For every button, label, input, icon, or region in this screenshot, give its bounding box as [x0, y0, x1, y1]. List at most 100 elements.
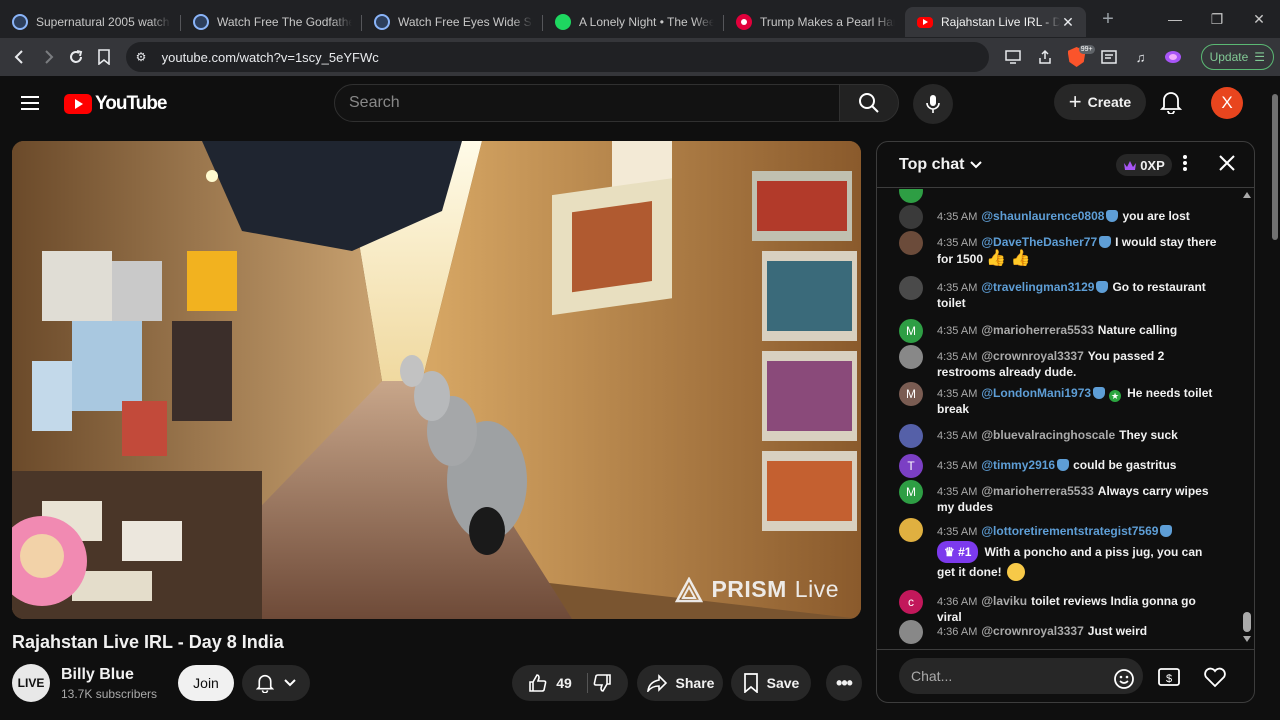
- chat-message: M 4:35 AM @LondonMani1973 ★ He needs toilet…: [899, 382, 1219, 417]
- chat-avatar[interactable]: c: [899, 590, 923, 614]
- chat-avatar[interactable]: [899, 205, 923, 229]
- heart-reaction-icon[interactable]: [1203, 666, 1227, 693]
- brave-badge: 99+: [1078, 45, 1095, 54]
- address-bar[interactable]: ⚙ youtube.com/watch?v=1scy_5eYFWc: [125, 42, 989, 72]
- join-button[interactable]: Join: [178, 665, 234, 701]
- chat-author[interactable]: @marioherrera5533: [981, 323, 1093, 337]
- chat-scrollbar[interactable]: [1241, 190, 1253, 644]
- reading-mode-icon[interactable]: [1097, 45, 1121, 69]
- share-page-icon[interactable]: [1033, 45, 1057, 69]
- chat-author[interactable]: @timmy2916: [981, 458, 1055, 472]
- like-divider: [587, 673, 588, 693]
- chat-avatar[interactable]: M: [899, 480, 923, 504]
- subscriber-count: 13.7K subscribers: [61, 687, 158, 701]
- extension-icon[interactable]: [1161, 45, 1185, 69]
- verified-badge-icon: [1093, 387, 1106, 399]
- chat-mode-dropdown[interactable]: Top chat: [899, 156, 983, 174]
- site-settings-icon[interactable]: ⚙: [136, 50, 152, 64]
- chat-author[interactable]: @DaveTheDasher77: [981, 235, 1097, 249]
- browser-tab[interactable]: Watch Free The Godfather: [181, 7, 362, 37]
- video-player[interactable]: PRISM Live: [12, 141, 861, 619]
- chat-author[interactable]: @shaunlaurence0808: [981, 209, 1104, 223]
- brave-shield-icon[interactable]: 99+: [1065, 45, 1095, 69]
- chat-author[interactable]: @bluevalracinghoscale: [981, 428, 1115, 442]
- chat-avatar[interactable]: [899, 518, 923, 542]
- chat-author[interactable]: @marioherrera5533: [981, 484, 1093, 498]
- guide-menu-icon[interactable]: [21, 96, 39, 110]
- chat-scroll-thumb[interactable]: [1243, 612, 1251, 632]
- browser-tab-active[interactable]: Rajahstan Live IRL - Da ✕: [905, 7, 1086, 37]
- more-actions-button[interactable]: •••: [826, 665, 862, 701]
- notifications-bell-icon[interactable]: [1159, 90, 1183, 119]
- super-chat-icon[interactable]: $: [1157, 666, 1181, 693]
- subscription-notification-button[interactable]: [242, 665, 310, 701]
- scroll-up-icon[interactable]: [1243, 192, 1251, 198]
- top-fan-badge: ♛ #1: [937, 541, 979, 563]
- chat-close-icon[interactable]: [1218, 154, 1236, 177]
- chat-avatar[interactable]: [899, 231, 923, 255]
- dislike-button[interactable]: [592, 673, 612, 696]
- chat-message: M 4:35 AM @marioherrera5533 Nature calling: [899, 319, 1219, 343]
- minimize-icon[interactable]: —: [1154, 0, 1196, 38]
- page-scrollbar[interactable]: [1270, 76, 1280, 720]
- chat-time: 4:35 AM: [937, 325, 978, 337]
- like-button[interactable]: 49: [512, 665, 628, 701]
- scroll-down-icon[interactable]: [1243, 636, 1251, 642]
- chat-text: you are lost: [1122, 209, 1190, 223]
- chat-avatar[interactable]: M: [899, 382, 923, 406]
- forward-icon[interactable]: [34, 43, 62, 71]
- avatar-letter: X: [1221, 93, 1233, 112]
- rank-label: #1: [958, 545, 972, 559]
- bottom-strip: [0, 714, 1280, 720]
- chat-time: 4:35 AM: [937, 211, 978, 223]
- chat-avatar[interactable]: [899, 276, 923, 300]
- chat-avatar[interactable]: T: [899, 454, 923, 478]
- channel-name[interactable]: Billy Blue: [61, 666, 134, 684]
- chat-author[interactable]: @LondonMani1973: [981, 386, 1091, 400]
- close-tab-icon[interactable]: ✕: [1060, 14, 1076, 31]
- search-input[interactable]: Search: [334, 84, 840, 122]
- xp-badge[interactable]: 0XP: [1116, 154, 1172, 176]
- search-button[interactable]: [839, 84, 899, 122]
- new-tab-button[interactable]: +: [1094, 8, 1122, 31]
- channel-avatar[interactable]: LIVE: [12, 664, 50, 702]
- chat-input[interactable]: Chat...: [899, 658, 1143, 694]
- chat-author[interactable]: @crownroyal3337: [981, 349, 1083, 363]
- verified-badge-icon: [1106, 210, 1119, 222]
- chat-avatar[interactable]: [899, 424, 923, 448]
- account-avatar[interactable]: X: [1211, 87, 1243, 119]
- create-button[interactable]: + Create: [1054, 84, 1146, 120]
- browser-tab[interactable]: Trump Makes a Pearl Harb: [724, 7, 905, 37]
- scrollbar-thumb[interactable]: [1272, 94, 1278, 240]
- bookmark-icon[interactable]: [90, 43, 118, 71]
- update-button[interactable]: Update ☰: [1200, 44, 1275, 70]
- smile-emoji-icon: [1007, 563, 1026, 581]
- media-controls-icon[interactable]: ♫: [1129, 45, 1153, 69]
- share-icon: [646, 674, 667, 692]
- thumbs-up-emoji-icon: 👍 👍: [986, 250, 1031, 267]
- chat-author[interactable]: @lottoretirementstrategist7569: [981, 524, 1158, 538]
- share-button[interactable]: Share: [637, 665, 723, 701]
- save-button[interactable]: Save: [731, 665, 811, 701]
- chat-avatar[interactable]: [899, 620, 923, 644]
- emoji-picker-icon[interactable]: [1113, 668, 1135, 695]
- chat-more-icon[interactable]: [1183, 154, 1187, 177]
- chat-avatar[interactable]: M: [899, 319, 923, 343]
- youtube-play-icon: [64, 94, 92, 114]
- chat-author[interactable]: @laviku: [981, 594, 1027, 608]
- crown-icon: [1124, 160, 1137, 170]
- browser-tab[interactable]: A Lonely Night • The Week: [543, 7, 724, 37]
- youtube-logo[interactable]: YouTube: [64, 93, 167, 115]
- close-window-icon[interactable]: ✕: [1238, 0, 1280, 38]
- browser-tab[interactable]: Watch Free Eyes Wide Shu: [362, 7, 543, 37]
- restore-icon[interactable]: ❐: [1196, 0, 1238, 38]
- reload-icon[interactable]: [62, 43, 90, 71]
- voice-search-button[interactable]: [913, 84, 953, 124]
- chat-author[interactable]: @crownroyal3337: [981, 624, 1083, 638]
- back-icon[interactable]: [6, 43, 34, 71]
- browser-tab[interactable]: Supernatural 2005 watch fr: [0, 7, 181, 37]
- chat-avatar[interactable]: [899, 345, 923, 369]
- install-app-icon[interactable]: [1001, 45, 1025, 69]
- spotify-icon: [555, 14, 571, 30]
- chat-author[interactable]: @travelingman3129: [981, 280, 1094, 294]
